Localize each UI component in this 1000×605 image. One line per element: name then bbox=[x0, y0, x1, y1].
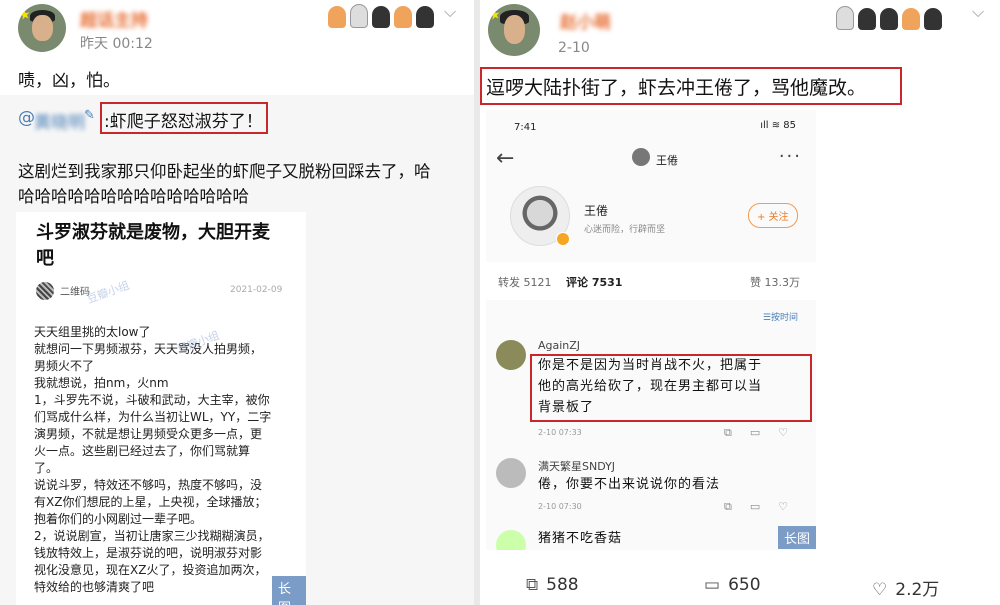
comment-user[interactable]: 满天繁星SNDYJ bbox=[538, 458, 615, 474]
post-time: 昨天 00:12 bbox=[80, 36, 153, 52]
comment-button[interactable]: ▭ 650 bbox=[704, 575, 761, 595]
comment-avatar[interactable] bbox=[496, 530, 526, 550]
status-icons: ıll ≋ 85 bbox=[760, 120, 796, 131]
status-time: 7:41 bbox=[514, 122, 537, 133]
tab-repost[interactable]: 转发 5121 bbox=[498, 274, 552, 290]
comment-line: 倦，你要不出来说说你的看法 bbox=[538, 477, 721, 492]
like-icon: ♡ bbox=[872, 580, 888, 600]
decor-cat-paws bbox=[836, 6, 946, 35]
comment-line: 背景板了 bbox=[538, 400, 595, 415]
tab-likes[interactable]: 赞 13.3万 bbox=[750, 274, 800, 290]
mention-name[interactable]: 黄晓明 bbox=[34, 108, 85, 133]
comment-actions[interactable]: ⧉▭♡ bbox=[724, 426, 806, 440]
mention-prefix: @ bbox=[18, 108, 35, 128]
comment-count: 650 bbox=[728, 575, 761, 595]
comment-time: 2-10 07:33 bbox=[538, 428, 582, 437]
repost-icon: ⧉ bbox=[526, 575, 539, 595]
chevron-down-icon[interactable]: ⌵ bbox=[972, 2, 984, 22]
post-text: 啧，凶，怕。 bbox=[18, 71, 120, 91]
nav-title: 王倦 bbox=[656, 154, 678, 167]
repost-button[interactable]: ⧉ 588 bbox=[526, 575, 579, 595]
comment-line: 你是不是因为当时肖战不火，把属于 bbox=[538, 358, 763, 373]
verified-badge-icon bbox=[556, 232, 570, 246]
post-text: 逗啰大陆扑街了，虾去冲王倦了，骂他魔改。 bbox=[486, 77, 867, 99]
decor-cat-paws bbox=[328, 4, 438, 33]
author-avatar[interactable]: ★ bbox=[18, 4, 66, 52]
sort-by-time[interactable]: ☰按时间 bbox=[763, 310, 798, 323]
screenshot-image[interactable]: 7:41 ıll ≋ 85 ← 王倦 ··· 王倦 心迷而险，行辟而坚 + 关注… bbox=[486, 110, 816, 550]
author-name[interactable]: 超话主持 bbox=[80, 6, 148, 31]
profile-motto: 心迷而险，行辟而坚 bbox=[584, 225, 666, 235]
follow-button[interactable]: + 关注 bbox=[748, 203, 798, 228]
long-image-badge[interactable]: 长图 bbox=[272, 576, 306, 605]
comment-time: 2-10 07:30 bbox=[538, 502, 582, 511]
action-bar: ⧉ 588 ▭ 650 ♡ 2.2万 bbox=[480, 563, 1000, 605]
more-icon[interactable]: ··· bbox=[779, 146, 802, 167]
watermark: 豆瓣小组 bbox=[85, 278, 132, 307]
left-post: ★ 超话主持 昨天 00:12 ⌵ 啧，凶，怕。 @ 黄晓明 ✎ :虾爬子怒怼淑… bbox=[0, 0, 474, 605]
author-avatar[interactable]: ★ bbox=[488, 4, 540, 56]
qr-avatar-icon bbox=[36, 282, 54, 300]
card-date: 2021-02-09 bbox=[230, 285, 283, 295]
like-button[interactable]: ♡ 2.2万 bbox=[872, 575, 939, 600]
repost-count: 588 bbox=[546, 575, 579, 595]
comment-avatar[interactable] bbox=[496, 340, 526, 370]
card-body: 天天组里挑的太low了 就想问一下男频淑芬，天天骂没人拍男频， 男频火不了 我就… bbox=[34, 325, 272, 594]
author-name[interactable]: 赵小萌 bbox=[560, 8, 611, 33]
quote-text-line2: 哈哈哈哈哈哈哈哈哈哈哈哈哈哈 bbox=[18, 187, 249, 206]
quote-text-line1: 这剧烂到我家那只仰卧起坐的虾爬子又脱粉回踩去了，哈 bbox=[18, 162, 431, 181]
right-post: ★ 赵小萌 2-10 ⌵ 逗啰大陆扑街了，虾去冲王倦了，骂他魔改。 7:41 ı… bbox=[480, 0, 1000, 605]
comment-icon: ▭ bbox=[704, 575, 721, 595]
comment-user[interactable]: AgainZJ bbox=[538, 339, 580, 352]
nav-avatar bbox=[632, 148, 650, 166]
long-image-card[interactable]: 斗罗淑芬就是废物，大胆开麦吧 二维码 2021-02-09 豆瓣小组 豆瓣小组 … bbox=[16, 212, 306, 605]
comment-line: 他的高光给砍了，现在男主都可以当 bbox=[538, 379, 763, 394]
quote-highlight-text: :虾爬子怒怼淑芬了！ bbox=[104, 112, 263, 132]
long-image-badge[interactable]: 长图 bbox=[778, 526, 816, 549]
comment-avatar[interactable] bbox=[496, 458, 526, 488]
like-count: 2.2万 bbox=[895, 580, 940, 600]
post-time: 2-10 bbox=[558, 40, 590, 56]
profile-name: 王倦 bbox=[584, 204, 609, 218]
card-title: 斗罗淑芬就是废物，大胆开麦吧 bbox=[36, 222, 270, 269]
chevron-down-icon[interactable]: ⌵ bbox=[444, 2, 456, 22]
back-arrow-icon[interactable]: ← bbox=[496, 146, 514, 171]
mention-suffix: ✎ bbox=[84, 108, 95, 123]
tab-comments[interactable]: 评论 7531 bbox=[566, 274, 622, 290]
comment-actions[interactable]: ⧉▭♡ bbox=[724, 500, 806, 514]
comment-line: 猪猪不吃香菇 bbox=[538, 531, 623, 546]
